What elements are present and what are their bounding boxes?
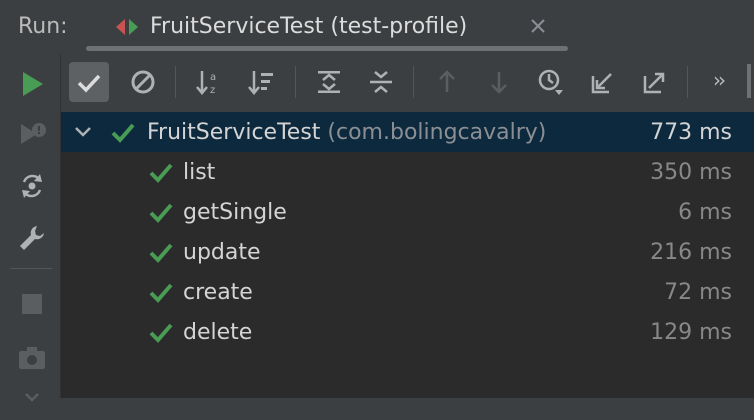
active-tab-indicator [86, 46, 568, 51]
test-duration: 350 ms [650, 160, 732, 185]
previous-failed-test-button[interactable] [427, 62, 467, 102]
passed-check-icon [149, 243, 173, 263]
tree-row-test[interactable]: update 216 ms [61, 232, 754, 272]
toolbar-separator [413, 66, 414, 98]
passed-check-icon [111, 123, 135, 143]
sort-by-duration-button[interactable] [241, 62, 281, 102]
more-actions-chevron[interactable]: ›› [713, 68, 726, 92]
next-failed-test-button[interactable] [479, 62, 519, 102]
run-tab-title[interactable]: FruitServiceTest (test-profile) [150, 14, 467, 39]
collapse-all-icon [370, 71, 392, 93]
test-package-name: (com.bolingcavalry) [327, 120, 547, 145]
test-method-name: create [183, 280, 253, 305]
toolbar-separator [295, 66, 296, 98]
svg-text:z: z [210, 85, 215, 96]
import-icon [591, 73, 612, 94]
test-duration: 72 ms [664, 280, 732, 305]
toolbar-separator [687, 66, 688, 98]
test-duration: 129 ms [650, 320, 732, 345]
export-test-results-button[interactable] [635, 62, 675, 102]
arrow-down-icon [491, 72, 507, 94]
test-method-name: list [183, 160, 216, 185]
show-ignored-button[interactable] [123, 62, 163, 102]
expand-all-icon [318, 71, 340, 93]
import-tests-button[interactable] [583, 62, 623, 102]
test-history-button[interactable] [531, 62, 571, 102]
test-results-tree: FruitServiceTest (com.bolingcavalry) 773… [61, 112, 754, 398]
test-duration: 216 ms [650, 240, 732, 265]
collapse-all-button[interactable] [361, 62, 401, 102]
show-passed-button[interactable] [69, 62, 109, 102]
passed-check-icon [149, 283, 173, 303]
tree-row-test[interactable]: create 72 ms [61, 272, 754, 312]
tree-row-test[interactable]: list 350 ms [61, 152, 754, 192]
export-icon [643, 72, 665, 94]
tree-row-test[interactable]: getSingle 6 ms [61, 192, 754, 232]
arrow-up-icon [439, 70, 455, 92]
test-duration: 773 ms [650, 120, 732, 145]
stop-icon[interactable] [16, 288, 48, 320]
rerun-icon[interactable] [16, 68, 48, 100]
test-method-name: update [183, 240, 261, 265]
rerun-failed-icon[interactable] [16, 118, 48, 150]
test-method-name: getSingle [183, 200, 287, 225]
more-side-actions-icon[interactable] [16, 388, 48, 420]
toolbar-separator [175, 66, 176, 98]
passed-check-icon [149, 203, 173, 223]
side-separator [10, 268, 52, 269]
run-tool-window-header: Run: FruitServiceTest (test-profile) [0, 0, 754, 54]
test-method-name: delete [183, 320, 253, 345]
test-results-toolbar: a z ›› [61, 54, 754, 110]
settings-wrench-icon[interactable] [16, 222, 48, 254]
screenshot-camera-icon[interactable] [16, 342, 48, 374]
expand-all-button[interactable] [309, 62, 349, 102]
test-class-name: FruitServiceTest [147, 120, 321, 145]
history-clock-icon [538, 69, 563, 95]
tree-row-test[interactable]: delete 129 ms [61, 312, 754, 352]
svg-text:a: a [210, 72, 216, 83]
side-toolbar [0, 54, 61, 402]
sort-alphabetically-button[interactable]: a z [189, 62, 229, 102]
passed-check-icon [149, 323, 173, 343]
sort-alpha-icon: a z [196, 71, 216, 96]
test-duration: 6 ms [678, 200, 732, 225]
ignored-icon [131, 70, 155, 94]
test-run-config-icon [116, 19, 138, 35]
toggle-auto-test-icon[interactable] [16, 170, 48, 202]
checkmark-icon [77, 74, 101, 93]
chevron-down-icon[interactable] [73, 122, 93, 142]
toolbar-edge-divider [747, 64, 751, 98]
tree-row-root[interactable]: FruitServiceTest (com.bolingcavalry) 773… [61, 112, 754, 152]
sort-duration-icon [248, 71, 273, 95]
close-icon[interactable] [528, 16, 548, 36]
passed-check-icon [149, 163, 173, 183]
run-label: Run: [18, 14, 68, 39]
